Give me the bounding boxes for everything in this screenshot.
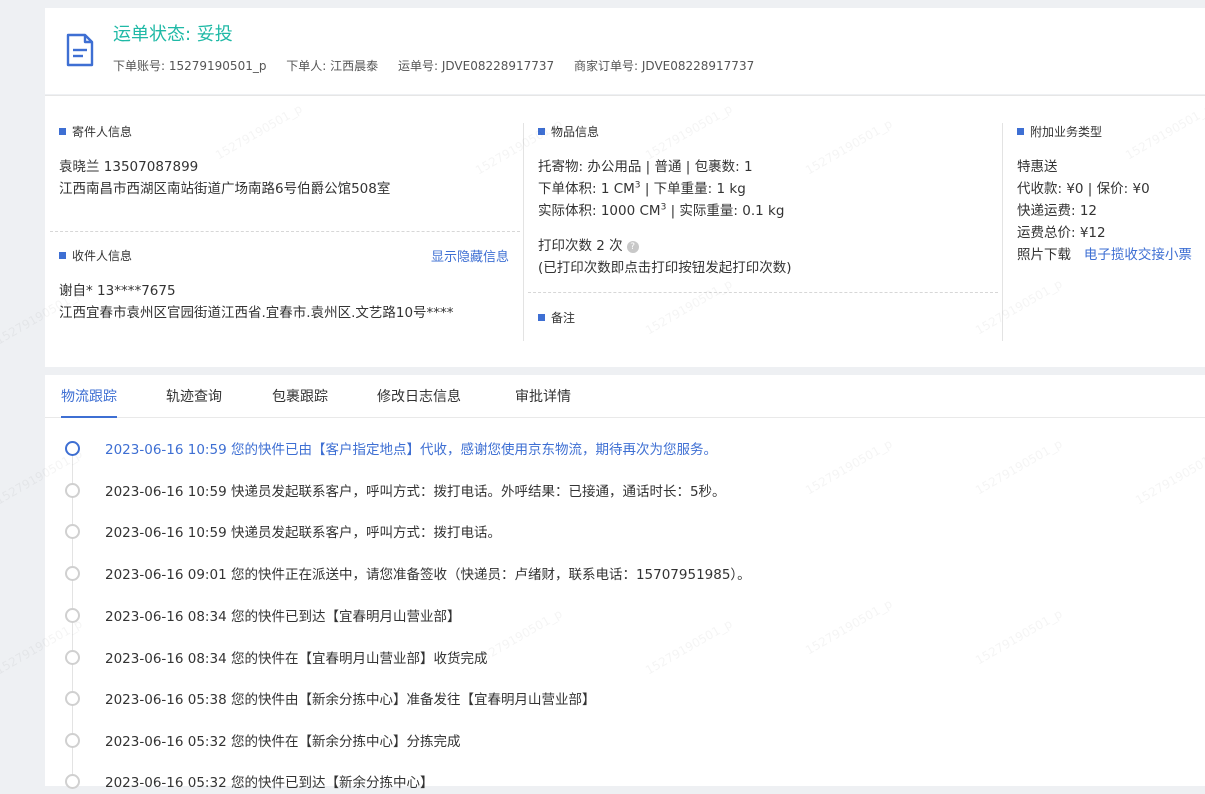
timeline-text: 2023-06-16 05:32 您的快件在【新余分拣中心】分拣完成 <box>105 734 461 750</box>
help-icon[interactable]: ? <box>626 241 639 253</box>
timeline-dot-icon <box>65 650 80 665</box>
order-meta: 下单账号: 15279190501_p 下单人: 江西晨泰 运单号: JDVE0… <box>113 57 770 74</box>
total-freight: 运费总价: ¥12 <box>1017 225 1106 241</box>
receiver-address: 江西宜春市袁州区官园街道江西省.宜春市.袁州区.文艺路10号**** <box>59 305 454 321</box>
timeline-text: 2023-06-16 10:59 快递员发起联系客户，呼叫方式：拨打电话。 <box>105 525 501 541</box>
order-account: 下单账号: 15279190501_p <box>113 59 267 73</box>
timeline-item: 2023-06-16 05:38 您的快件由【新余分拣中心】准备发往【宜春明月山… <box>45 687 1205 711</box>
timeline-dot-icon <box>65 441 80 456</box>
receiver-name-phone: 谢自* 13****7675 <box>59 283 176 299</box>
timeline-text: 2023-06-16 05:32 您的快件已到达【新余分拣中心】 <box>105 775 434 791</box>
column-divider <box>1002 123 1003 341</box>
tab-trajectory-query[interactable]: 轨迹查询 <box>166 386 222 416</box>
timeline-dot-icon <box>65 733 80 748</box>
tab-approval-details[interactable]: 审批详情 <box>515 386 571 416</box>
receiver-section-title: 收件人信息 <box>59 247 132 264</box>
divider <box>50 231 520 232</box>
timeline-dot-icon <box>65 524 80 539</box>
timeline-text: 2023-06-16 05:38 您的快件由【新余分拣中心】准备发往【宜春明月山… <box>105 692 596 708</box>
freight: 快递运费: 12 <box>1017 203 1098 219</box>
tracking-card: 物流跟踪 轨迹查询 包裹跟踪 修改日志信息 审批详情 2023-06-16 10… <box>45 375 1205 791</box>
document-icon <box>66 33 94 67</box>
timeline-text: 2023-06-16 10:59 快递员发起联系客户，呼叫方式：拨打电话。外呼结… <box>105 484 726 500</box>
timeline-dot-icon <box>65 608 80 623</box>
orderer-name: 下单人: 江西晨泰 <box>286 59 379 73</box>
goods-section-title: 物品信息 <box>538 123 599 140</box>
tab-bar: 物流跟踪 轨迹查询 包裹跟踪 修改日志信息 审批详情 <box>45 375 1205 418</box>
timeline-dot-icon <box>65 483 80 498</box>
timeline-dot-icon <box>65 774 80 789</box>
cod-insurance: 代收款: ¥0 | 保价: ¥0 <box>1017 181 1150 197</box>
tab-package-tracking[interactable]: 包裹跟踪 <box>272 386 328 416</box>
timeline-item: 2023-06-16 05:32 您的快件在【新余分拣中心】分拣完成 <box>45 729 1205 753</box>
timeline-item: 2023-06-16 05:32 您的快件已到达【新余分拣中心】 <box>45 770 1205 794</box>
tab-logistics-tracking[interactable]: 物流跟踪 <box>61 386 117 418</box>
waybill-status-card: 运单状态: 妥投 下单账号: 15279190501_p 下单人: 江西晨泰 运… <box>45 8 1205 94</box>
photo-download: 照片下载 电子揽收交接小票 <box>1017 247 1192 263</box>
waybill-number: 运单号: JDVE08228917737 <box>397 59 555 73</box>
tab-change-log[interactable]: 修改日志信息 <box>377 386 461 416</box>
goods-summary: 托寄物: 办公用品 | 普通 | 包裹数: 1 <box>538 159 753 175</box>
print-count: 打印次数 2 次? <box>538 234 639 254</box>
timeline-text: 2023-06-16 10:59 您的快件已由【客户指定地点】代收，感谢您使用京… <box>105 442 717 458</box>
print-count-note: (已打印次数即点击打印按钮发起打印次数) <box>538 260 792 276</box>
merchant-order-number: 商家订单号: JDVE08228917737 <box>574 59 755 73</box>
column-divider <box>523 123 524 341</box>
sender-section-title: 寄件人信息 <box>59 123 132 140</box>
timeline-item: 2023-06-16 08:34 您的快件已到达【宜春明月山营业部】 <box>45 604 1205 628</box>
show-hidden-info-link[interactable]: 显示隐藏信息 <box>431 246 509 265</box>
addon-section-title: 附加业务类型 <box>1017 123 1102 140</box>
timeline-item: 2023-06-16 10:59 快递员发起联系客户，呼叫方式：拨打电话。外呼结… <box>45 479 1205 503</box>
waybill-status: 运单状态: 妥投 <box>113 24 233 45</box>
timeline-text: 2023-06-16 09:01 您的快件正在派送中，请您准备签收（快递员：卢绪… <box>105 567 751 583</box>
timeline-text: 2023-06-16 08:34 您的快件已到达【宜春明月山营业部】 <box>105 609 461 625</box>
timeline-text: 2023-06-16 08:34 您的快件在【宜春明月山营业部】收货完成 <box>105 651 488 667</box>
shipment-info-card: 寄件人信息 袁晓兰 13507087899 江西南昌市西湖区南站街道广场南路6号… <box>45 95 1205 367</box>
service-type: 特惠送 <box>1017 159 1058 175</box>
timeline-dot-icon <box>65 691 80 706</box>
remark-section-title: 备注 <box>538 309 575 326</box>
timeline-item: 2023-06-16 08:34 您的快件在【宜春明月山营业部】收货完成 <box>45 646 1205 670</box>
receipt-link[interactable]: 电子揽收交接小票 <box>1084 247 1192 263</box>
sender-name-phone: 袁晓兰 13507087899 <box>59 159 199 175</box>
timeline-item: 2023-06-16 10:59 您的快件已由【客户指定地点】代收，感谢您使用京… <box>45 437 1205 461</box>
order-volume-weight: 下单体积: 1 CM3 | 下单重量: 1 kg <box>538 180 746 198</box>
divider <box>528 292 998 293</box>
actual-volume-weight: 实际体积: 1000 CM3 | 实际重量: 0.1 kg <box>538 202 785 220</box>
timeline-dot-icon <box>65 566 80 581</box>
sender-address: 江西南昌市西湖区南站街道广场南路6号伯爵公馆508室 <box>59 181 391 197</box>
timeline-item: 2023-06-16 09:01 您的快件正在派送中，请您准备签收（快递员：卢绪… <box>45 562 1205 586</box>
timeline-item: 2023-06-16 10:59 快递员发起联系客户，呼叫方式：拨打电话。 <box>45 520 1205 544</box>
